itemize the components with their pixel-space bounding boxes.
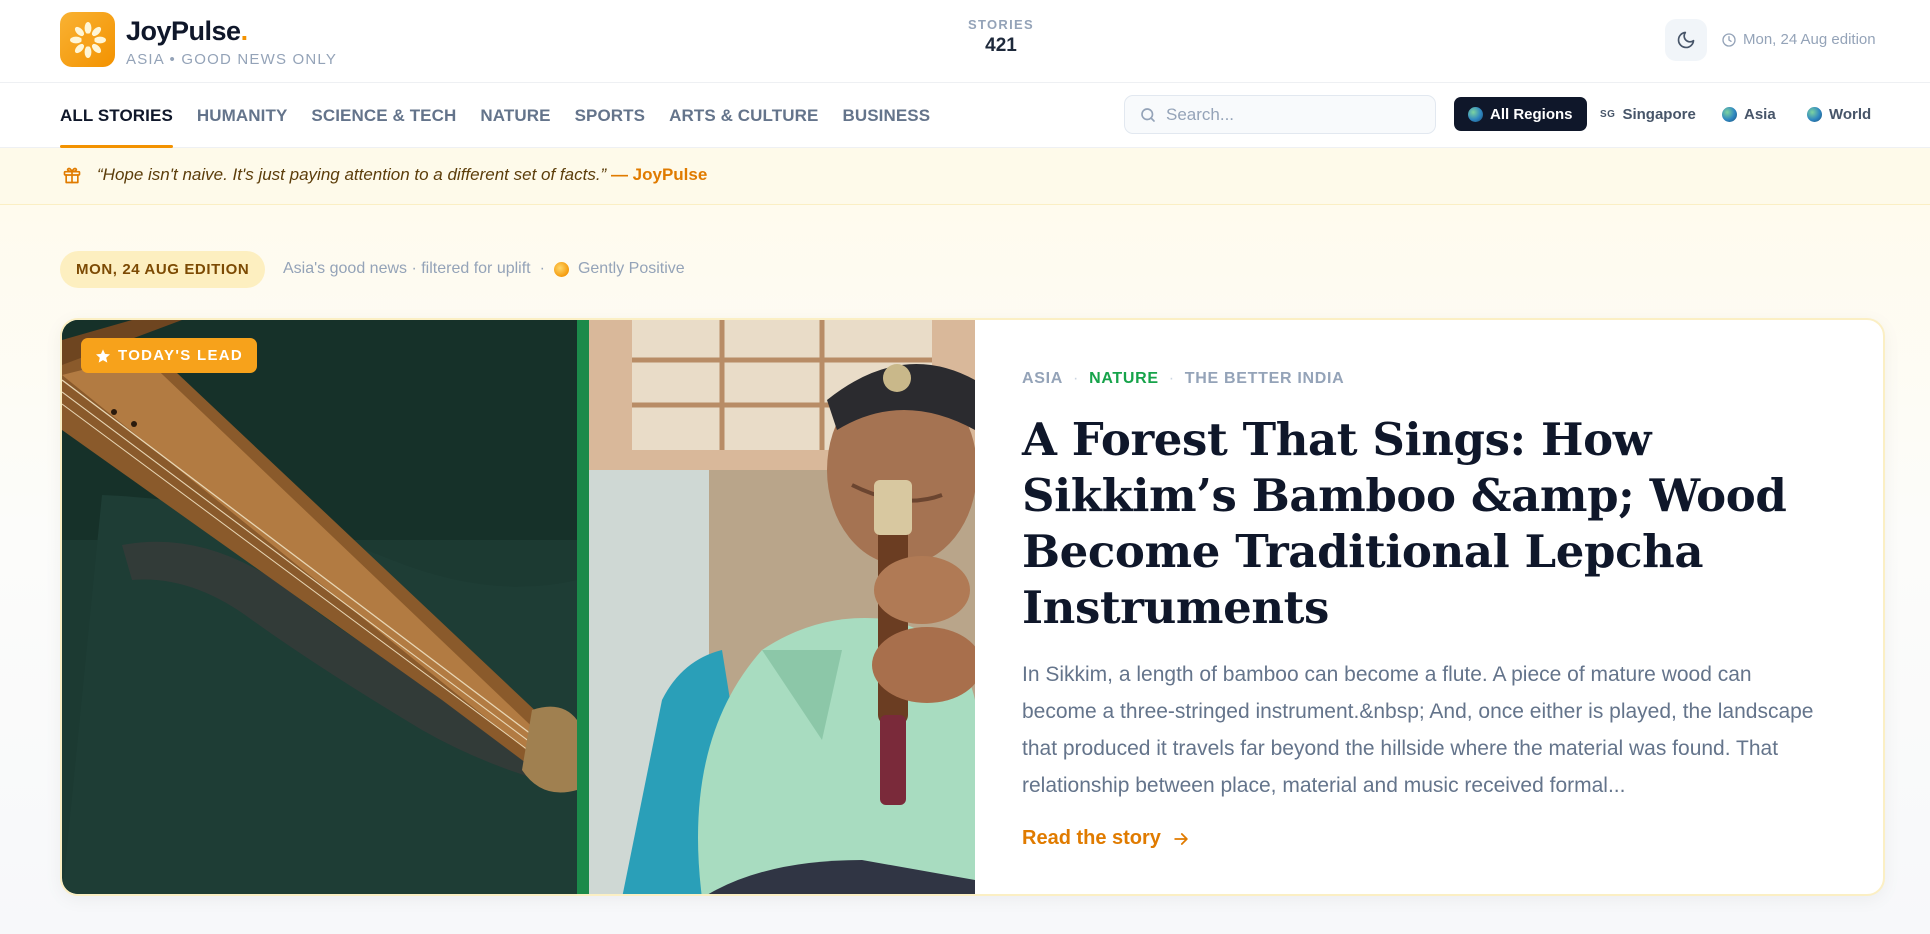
search-box — [1124, 95, 1436, 134]
quote-author: — JoyPulse — [610, 165, 708, 184]
tag-separator: · — [1168, 370, 1175, 387]
read-story-link[interactable]: Read the story — [1022, 827, 1191, 850]
lead-story-image[interactable]: TODAY'S LEAD — [62, 320, 975, 894]
brand-name[interactable]: JoyPulse. — [126, 16, 248, 47]
region-world[interactable]: World — [1807, 97, 1871, 131]
moon-icon — [1677, 31, 1695, 49]
lead-story-body: ASIA · NATURE · THE BETTER INDIA A Fores… — [1022, 370, 1832, 850]
edition-badge: MON, 24 AUG EDITION — [60, 251, 266, 288]
gift-icon — [63, 167, 81, 184]
site-header: JoyPulse. ASIA • GOOD NEWS ONLY STORIES … — [0, 0, 1930, 83]
meta-separator: · — [539, 260, 545, 277]
todays-lead-badge: TODAY'S LEAD — [81, 338, 258, 373]
mood-label: Gently Positive — [577, 260, 685, 277]
category-nav: ALL STORIES HUMANITY SCIENCE & TECH NATU… — [0, 83, 1930, 148]
quote-body: “Hope isn't naive. It's just paying atte… — [97, 165, 607, 184]
quote-banner: “Hope isn't naive. It's just paying atte… — [0, 148, 1930, 205]
arrow-right-icon — [1174, 832, 1188, 845]
brand-logo[interactable] — [60, 12, 115, 67]
search-icon — [1141, 107, 1155, 122]
region-all-regions[interactable]: All Regions — [1454, 97, 1587, 131]
story-headline[interactable]: A Forest That Sings: How Sikkim’s Bamboo… — [1022, 412, 1832, 636]
story-tags: ASIA · NATURE · THE BETTER INDIA — [1022, 370, 1832, 388]
instrument-photo — [62, 320, 975, 894]
region-singapore[interactable]: SG Singapore — [1600, 97, 1696, 131]
region-label: World — [1829, 105, 1872, 123]
edition-indicator: Mon, 24 Aug edition — [1721, 31, 1876, 48]
tag-separator: · — [1073, 370, 1080, 387]
brand-dot: . — [240, 16, 249, 46]
read-story-label: Read the story — [1022, 827, 1161, 849]
stories-count: 421 — [985, 35, 1017, 56]
stories-counter: STORIES 421 — [960, 17, 1042, 57]
tag-region[interactable]: ASIA — [1022, 370, 1063, 388]
tab-business[interactable]: BUSINESS — [842, 83, 930, 148]
edition-label: Mon, 24 Aug edition — [1743, 31, 1876, 48]
tab-science-tech[interactable]: SCIENCE & TECH — [311, 83, 456, 148]
sg-flag-icon: SG — [1600, 108, 1616, 120]
tag-source[interactable]: THE BETTER INDIA — [1185, 370, 1345, 388]
region-label: All Regions — [1490, 105, 1573, 123]
globe-icon — [1722, 106, 1737, 122]
globe-icon — [1807, 106, 1822, 122]
tab-humanity[interactable]: HUMANITY — [197, 83, 288, 148]
category-tabs: ALL STORIES HUMANITY SCIENCE & TECH NATU… — [60, 83, 954, 148]
quote-text: “Hope isn't naive. It's just paying atte… — [97, 165, 707, 185]
tab-nature[interactable]: NATURE — [480, 83, 550, 148]
lead-story-card[interactable]: TODAY'S LEAD ASIA · NATURE · THE BETTER … — [60, 318, 1885, 896]
tab-sports[interactable]: SPORTS — [575, 83, 646, 148]
stories-label: STORIES — [968, 17, 1034, 32]
clock-icon — [1722, 32, 1736, 47]
badge-label: TODAY'S LEAD — [118, 347, 244, 364]
edition-meta: Asia's good news · filtered for uplift ·… — [283, 260, 685, 278]
edition-description: Asia's good news · filtered for uplift — [283, 260, 531, 277]
story-summary: In Sikkim, a length of bamboo can become… — [1022, 663, 1814, 797]
sun-cloud-icon — [553, 261, 569, 277]
globe-icon — [1468, 106, 1483, 122]
star-icon — [96, 348, 110, 363]
sunflower-icon — [69, 21, 106, 58]
tab-all-stories[interactable]: ALL STORIES — [60, 83, 173, 148]
search-input[interactable] — [1166, 104, 1416, 125]
region-asia[interactable]: Asia — [1722, 97, 1776, 131]
tab-arts-culture[interactable]: ARTS & CULTURE — [669, 83, 818, 148]
region-label: Singapore — [1622, 105, 1696, 123]
region-label: Asia — [1744, 105, 1776, 123]
brand-tagline: ASIA • GOOD NEWS ONLY — [126, 51, 338, 68]
theme-toggle-button[interactable] — [1665, 19, 1707, 61]
tag-category[interactable]: NATURE — [1089, 370, 1159, 388]
